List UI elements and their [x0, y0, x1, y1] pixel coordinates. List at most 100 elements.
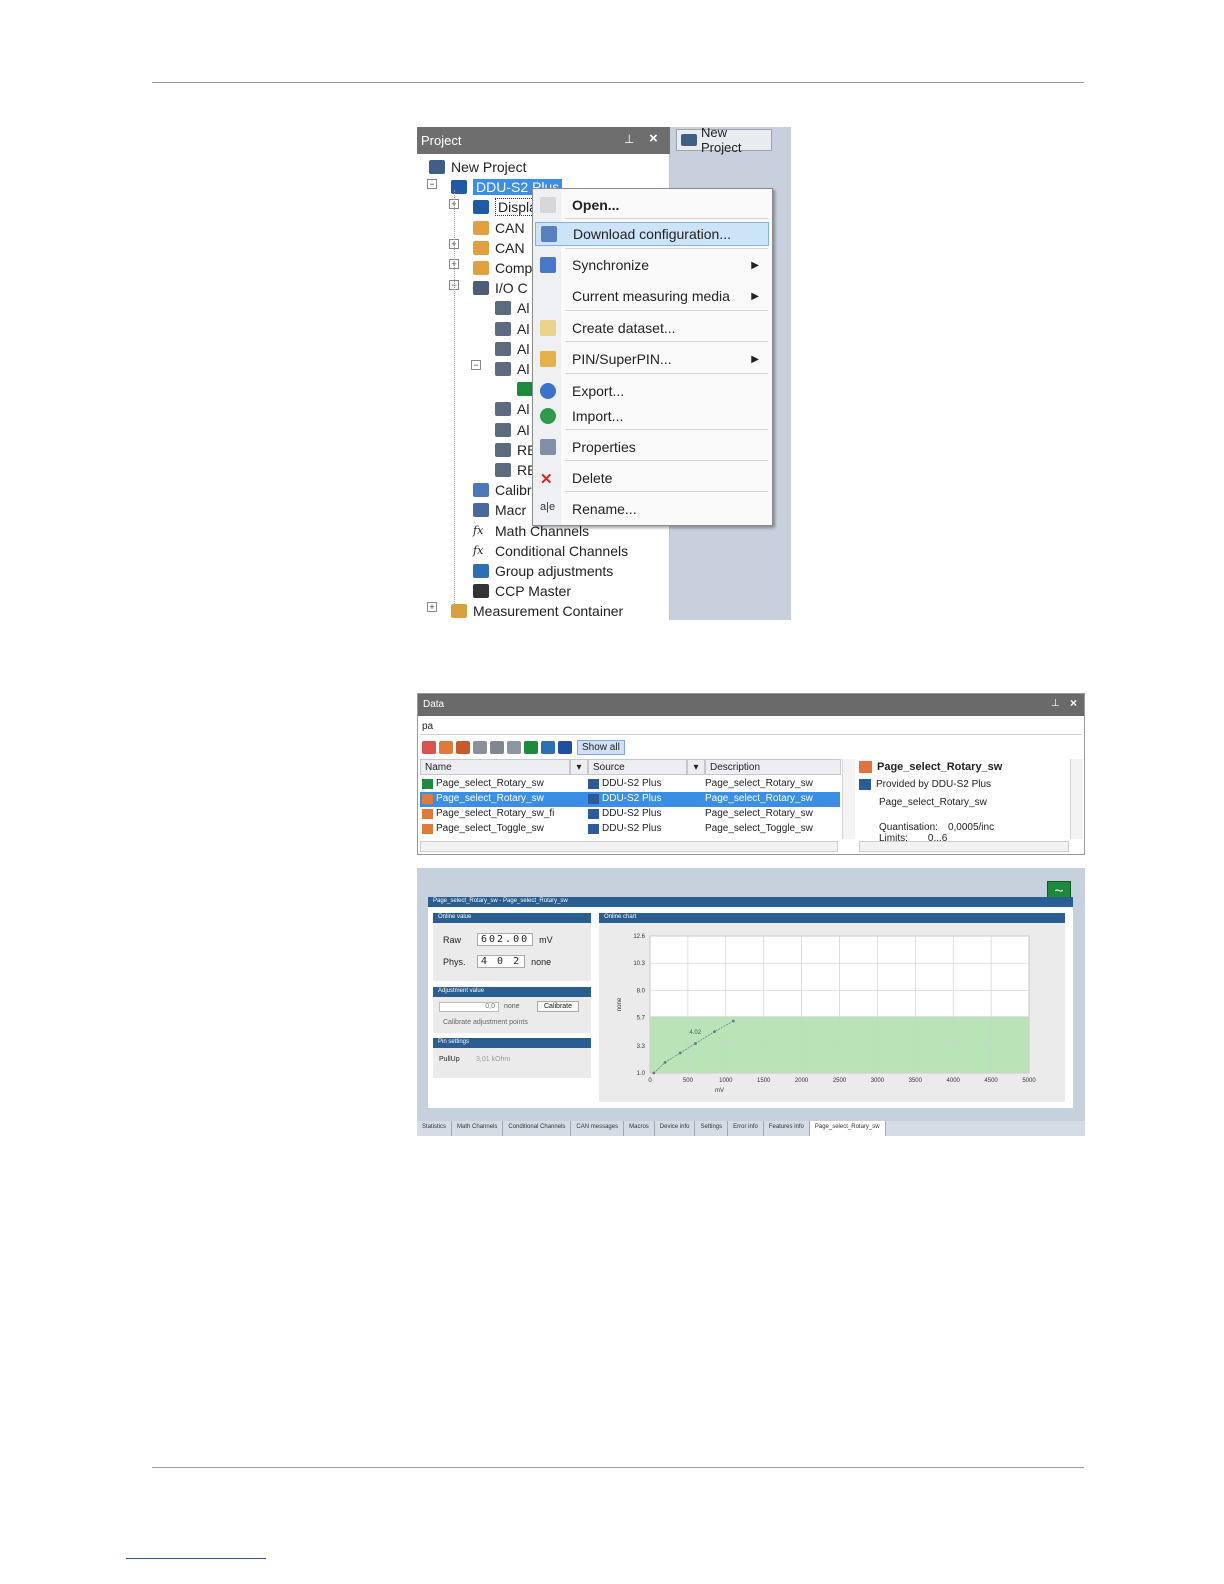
menu-item[interactable]: PIN/SuperPIN... ▶ [535, 347, 769, 371]
column-filter-button[interactable]: ▾ [570, 759, 588, 775]
filter-type-icon[interactable] [490, 740, 504, 754]
tree-node[interactable]: I/O C [473, 279, 528, 297]
tree-node[interactable]: Measurement Container [451, 602, 623, 620]
signal-icon [422, 793, 433, 804]
online-view-screenshot: ~ Page_select_Rotary_sw - Page_select_Ro… [417, 868, 1085, 1136]
vertical-scrollbar[interactable] [842, 759, 855, 839]
digital-signal-icon[interactable] [541, 740, 555, 754]
filter-type-icon[interactable] [439, 740, 453, 754]
calibrate-points-link[interactable]: Calibrate adjustment points [443, 1019, 528, 1026]
table-cell: Page_select_Rotary_sw [422, 793, 544, 804]
filter-type-icon[interactable] [473, 740, 487, 754]
cell-text: Page_select_Rotary_sw [705, 808, 813, 819]
tree-node[interactable]: Al [495, 299, 529, 317]
expand-icon[interactable]: + [427, 602, 437, 612]
tree-node[interactable]: Comp [473, 259, 532, 277]
tab-math-channels[interactable]: Math Channels [452, 1121, 504, 1136]
menu-item[interactable]: Export... [535, 379, 769, 403]
tree-node[interactable]: Calibr [473, 481, 532, 499]
pin-icon[interactable]: ⊥ [1051, 698, 1060, 709]
adjustment-group: Adjustment value 0,0 none Calibrate Cali… [433, 987, 591, 1033]
tree-node[interactable]: fx Conditional Channels [473, 542, 628, 560]
table-row[interactable]: Page_select_Rotary_sw_fi DDU-S2 Plus Page_… [420, 807, 840, 822]
tree-node[interactable]: Al [495, 320, 529, 338]
column-header-name[interactable]: Name [420, 759, 570, 775]
table-cell: Page_select_Rotary_sw [422, 778, 544, 789]
adjustment-input[interactable]: 0,0 [439, 1002, 499, 1012]
tree-node[interactable]: CAN [473, 239, 525, 257]
tab-features-info[interactable]: Features info [764, 1121, 810, 1136]
column-filter-button[interactable]: ▾ [687, 759, 705, 775]
tree-node[interactable]: Displa [473, 198, 540, 217]
menu-item[interactable]: Properties [535, 435, 769, 459]
menu-item[interactable]: Current measuring media ▶ [535, 284, 769, 308]
tree-node[interactable]: Group adjustments [473, 562, 613, 580]
tab-macros[interactable]: Macros [624, 1121, 655, 1136]
tree-node[interactable]: RE [495, 461, 536, 479]
tab-can-messages[interactable]: CAN messages [571, 1121, 625, 1136]
column-header-source[interactable]: Source [588, 759, 687, 775]
cell-text: Page_select_Toggle_sw [436, 823, 544, 834]
tab-page-select-rotary-sw[interactable]: Page_select_Rotary_sw [809, 1121, 886, 1136]
tree-node-label: Al [517, 320, 530, 337]
table-row[interactable]: Page_select_Toggle_sw DDU-S2 Plus Page_sel… [420, 822, 840, 837]
table-cell: DDU-S2 Plus [588, 778, 661, 789]
project-icon [429, 160, 445, 174]
device-icon [588, 778, 599, 789]
tree-node-label: Group adjustments [495, 563, 614, 579]
calibrate-button[interactable]: Calibrate [537, 1001, 580, 1012]
close-icon[interactable]: × [649, 130, 658, 147]
tree-node[interactable]: New Project [429, 158, 526, 176]
column-header-description[interactable]: Description [705, 759, 841, 775]
analog-input-icon [495, 321, 511, 336]
submenu-arrow-icon: ▶ [751, 259, 759, 271]
collapse-icon[interactable]: − [427, 179, 437, 189]
tree-node[interactable]: Macr [473, 501, 526, 519]
tree-node[interactable]: RE [495, 441, 536, 459]
menu-item[interactable]: ✕ Delete [535, 466, 769, 490]
menu-item[interactable]: Create dataset... [535, 316, 769, 340]
limits-value: 0...6 [927, 833, 948, 841]
menu-item[interactable]: Open... [535, 193, 769, 217]
tree-node-label: I/O C [495, 280, 528, 297]
tab-device-info[interactable]: Device info [655, 1121, 696, 1136]
table-row[interactable]: Page_select_Rotary_sw DDU-S2 Plus Page_sel… [420, 792, 840, 807]
phys-label: Phys. [443, 956, 466, 967]
horizontal-scrollbar[interactable] [420, 841, 838, 852]
tab-settings[interactable]: Settings [695, 1121, 729, 1136]
table-icon[interactable] [558, 740, 572, 754]
filter-input[interactable]: pa [422, 721, 433, 732]
submenu-arrow-icon: ▶ [751, 290, 759, 302]
close-icon[interactable]: × [1070, 696, 1077, 710]
show-all-button[interactable]: Show all [577, 739, 625, 755]
tree-node[interactable]: Al [495, 421, 529, 439]
filter-type-icon[interactable] [456, 740, 470, 754]
filter-type-icon[interactable] [507, 740, 521, 754]
io-icon [473, 281, 489, 296]
info-horizontal-scrollbar[interactable] [859, 841, 1069, 852]
tree-node[interactable]: Al [495, 400, 529, 418]
tab-new-project[interactable]: New Project [676, 127, 772, 155]
device-icon [588, 808, 599, 819]
signal-icon [859, 761, 872, 773]
pin-icon[interactable]: ⊥ [624, 132, 634, 146]
collapse-icon[interactable]: − [471, 360, 481, 370]
table-row[interactable]: Page_select_Rotary_sw DDU-S2 Plus Page_sel… [420, 777, 840, 792]
tab-conditional-channels[interactable]: Conditional Channels [503, 1121, 572, 1136]
menu-item[interactable]: Synchronize ▶ [535, 253, 769, 277]
tab-error-info[interactable]: Error info [728, 1121, 764, 1136]
menu-item[interactable]: Import... [535, 404, 769, 428]
tree-node[interactable]: CAN [473, 219, 525, 237]
info-vertical-scrollbar[interactable] [1070, 759, 1083, 839]
export-icon [540, 383, 556, 399]
tab-statistics[interactable]: Statistics [417, 1121, 453, 1136]
tree-node[interactable]: Al [495, 340, 529, 358]
menu-item[interactable]: Download configuration... [535, 222, 769, 246]
filter-type-icon[interactable] [422, 740, 436, 754]
analog-signal-icon[interactable] [524, 740, 538, 754]
menu-item[interactable]: a|e Rename... [535, 497, 769, 521]
tree-node[interactable]: CCP Master [473, 582, 571, 600]
info-provided-by: Provided by DDU-S2 Plus [876, 779, 992, 790]
x-tick-label: 2000 [795, 1078, 809, 1084]
tree-node[interactable]: Al [495, 360, 529, 378]
